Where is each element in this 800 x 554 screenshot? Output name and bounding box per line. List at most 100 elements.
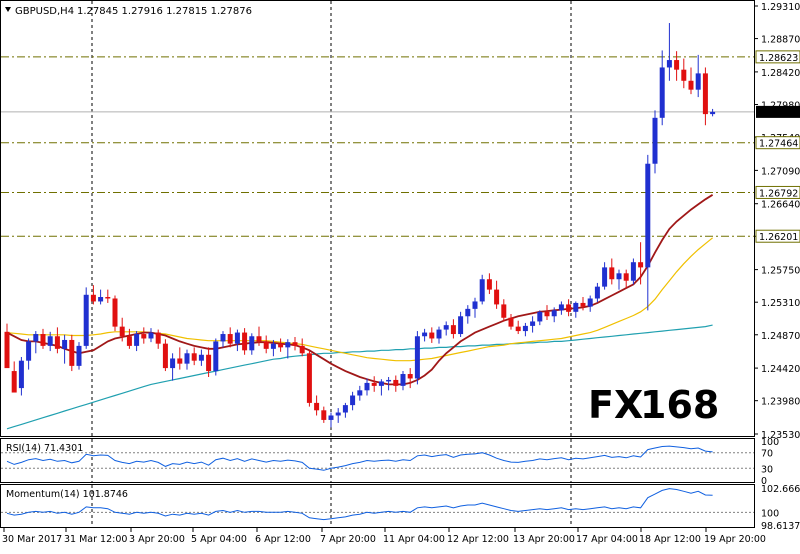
candle[interactable] [386, 379, 392, 382]
candle[interactable] [695, 73, 701, 90]
candle[interactable] [299, 345, 305, 354]
candle[interactable] [530, 321, 536, 326]
candle[interactable] [472, 301, 478, 309]
candle[interactable] [112, 298, 118, 327]
candle[interactable] [105, 297, 111, 299]
candle[interactable] [443, 325, 449, 330]
candle[interactable] [602, 267, 608, 287]
candle[interactable] [544, 311, 550, 317]
candle[interactable] [450, 325, 456, 335]
candle[interactable] [162, 343, 168, 369]
chart-svg[interactable]: FX 168 1.293101.288701.284201.279801.275… [0, 0, 800, 550]
candle[interactable] [177, 358, 183, 364]
candle[interactable] [47, 336, 53, 346]
candle[interactable] [285, 342, 291, 348]
candle[interactable] [335, 412, 341, 416]
candle[interactable] [4, 331, 10, 369]
candle[interactable] [710, 111, 716, 115]
candle[interactable] [630, 262, 636, 281]
candle[interactable] [609, 267, 615, 280]
candle[interactable] [645, 163, 651, 268]
candle[interactable] [76, 345, 82, 366]
candle[interactable] [508, 317, 514, 327]
candle[interactable] [54, 336, 60, 349]
candle[interactable] [148, 332, 154, 339]
candle[interactable] [11, 371, 17, 393]
candle[interactable] [184, 353, 190, 364]
candle[interactable] [558, 304, 564, 311]
candle[interactable] [702, 73, 708, 115]
candle[interactable] [566, 304, 572, 312]
candle[interactable] [155, 332, 161, 344]
candle[interactable] [292, 342, 298, 346]
candle[interactable] [40, 334, 46, 346]
candle[interactable] [436, 329, 442, 339]
candle[interactable] [321, 410, 327, 420]
candle[interactable] [364, 382, 370, 391]
candle[interactable] [83, 294, 89, 346]
candle[interactable] [594, 286, 600, 299]
candle[interactable] [141, 334, 147, 339]
candle[interactable] [256, 336, 262, 342]
candle[interactable] [350, 395, 356, 406]
candle[interactable] [573, 302, 579, 312]
candle[interactable] [465, 308, 471, 317]
candle[interactable] [227, 334, 233, 344]
candle[interactable] [638, 262, 644, 268]
candle[interactable] [393, 379, 399, 386]
candle[interactable] [342, 405, 348, 413]
candle[interactable] [62, 339, 68, 349]
candle[interactable] [234, 332, 240, 344]
candle[interactable] [616, 273, 622, 280]
candle[interactable] [688, 80, 694, 90]
candle[interactable] [306, 353, 312, 403]
candle[interactable] [623, 273, 629, 281]
candle[interactable] [33, 334, 39, 342]
candle[interactable] [422, 332, 428, 337]
candle[interactable] [378, 381, 384, 386]
candle[interactable] [674, 60, 680, 70]
candle[interactable] [407, 374, 413, 379]
candle[interactable] [652, 117, 658, 164]
candle[interactable] [126, 336, 132, 346]
candle[interactable] [206, 354, 212, 372]
candle[interactable] [314, 402, 320, 411]
candle[interactable] [90, 294, 96, 302]
candle[interactable] [249, 336, 255, 351]
candle[interactable] [587, 298, 593, 307]
price-axis[interactable]: 1.293101.288701.284201.279801.275401.270… [754, 2, 800, 532]
candle[interactable] [666, 60, 672, 68]
candle[interactable] [537, 311, 543, 322]
candle[interactable] [119, 326, 125, 337]
candle[interactable] [429, 332, 435, 339]
candle[interactable] [458, 316, 464, 335]
candle[interactable] [98, 297, 104, 302]
candle[interactable] [486, 279, 492, 290]
candle[interactable] [522, 325, 528, 332]
candle[interactable] [198, 354, 204, 361]
candle[interactable] [278, 343, 284, 348]
candle[interactable] [515, 326, 521, 332]
candle[interactable] [69, 339, 75, 366]
candle[interactable] [414, 336, 420, 379]
candle[interactable] [371, 382, 377, 386]
candle[interactable] [270, 343, 276, 349]
candle[interactable] [494, 289, 500, 305]
candle[interactable] [191, 353, 197, 361]
candle[interactable] [170, 358, 176, 369]
candle[interactable] [18, 360, 24, 389]
time-axis[interactable]: 30 Mar 2017 31 Mar 12:00 3 Apr 20:00 5 Apr … [2, 528, 766, 545]
candle[interactable] [242, 332, 248, 351]
candle[interactable] [501, 304, 507, 318]
candle[interactable] [400, 374, 406, 386]
candle[interactable] [357, 390, 363, 396]
candle[interactable] [681, 69, 687, 81]
chart-window[interactable]: FX 168 1.293101.288701.284201.279801.275… [0, 0, 800, 550]
candle[interactable] [551, 310, 557, 317]
candle[interactable] [134, 334, 140, 346]
candle[interactable] [220, 334, 226, 342]
candle[interactable] [26, 341, 32, 361]
candle[interactable] [659, 67, 665, 118]
candle[interactable] [580, 302, 586, 307]
candle[interactable] [479, 279, 485, 302]
